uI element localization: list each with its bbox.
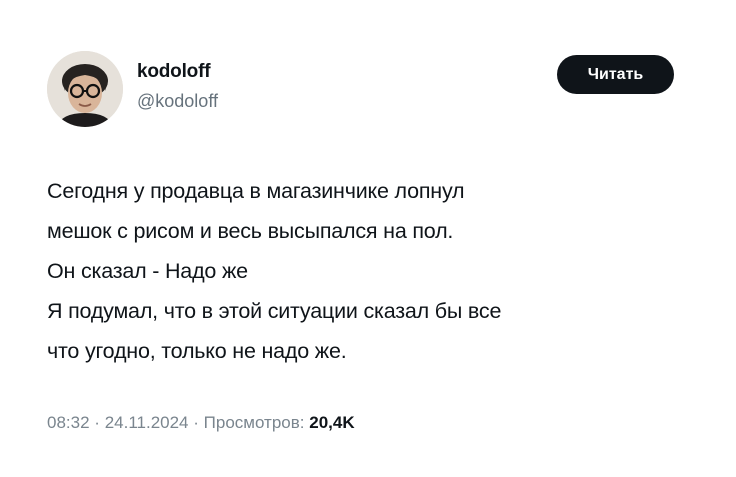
meta-separator: · xyxy=(193,413,199,432)
tweet-text-line: Сегодня у продавца в магазинчике лопнул xyxy=(47,179,465,203)
tweet-meta: 08:32 · 24.11.2024 · Просмотров: 20,4K xyxy=(47,412,355,434)
meta-separator: · xyxy=(94,413,100,432)
avatar[interactable] xyxy=(47,51,123,127)
tweet-card: kodoloff @kodoloff Читать Сегодня у прод… xyxy=(0,0,736,477)
tweet-text-line: Я подумал, что в этой ситуации сказал бы… xyxy=(47,299,502,323)
author-handle[interactable]: @kodoloff xyxy=(137,90,218,112)
follow-button[interactable]: Читать xyxy=(557,55,674,94)
tweet-text-line: Он сказал - Надо же xyxy=(47,259,248,283)
tweet-text: Сегодня у продавца в магазинчике лопнул … xyxy=(47,171,717,371)
tweet-date[interactable]: 24.11.2024 xyxy=(105,413,189,432)
views-count: 20,4K xyxy=(309,413,355,432)
tweet-text-line: мешок с рисом и весь высыпался на пол. xyxy=(47,219,454,243)
author-display-name[interactable]: kodoloff xyxy=(137,60,211,84)
person-with-glasses-avatar-icon xyxy=(47,51,123,127)
views-label: Просмотров: xyxy=(203,413,305,432)
tweet-text-line: что угодно, только не надо же. xyxy=(47,339,347,363)
tweet-time[interactable]: 08:32 xyxy=(47,413,90,432)
